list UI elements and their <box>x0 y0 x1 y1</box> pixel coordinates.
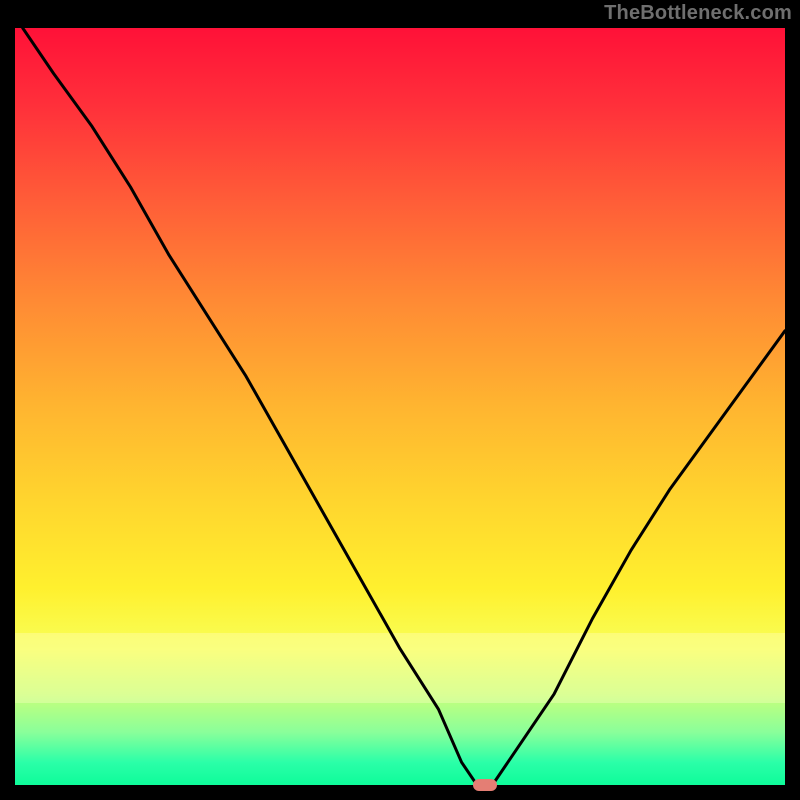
chart-frame: TheBottleneck.com <box>0 0 800 800</box>
plot-area <box>15 28 785 785</box>
curve-path <box>23 28 785 785</box>
bottleneck-curve <box>15 28 785 785</box>
optimal-marker <box>473 779 497 791</box>
watermark-text: TheBottleneck.com <box>604 2 792 25</box>
